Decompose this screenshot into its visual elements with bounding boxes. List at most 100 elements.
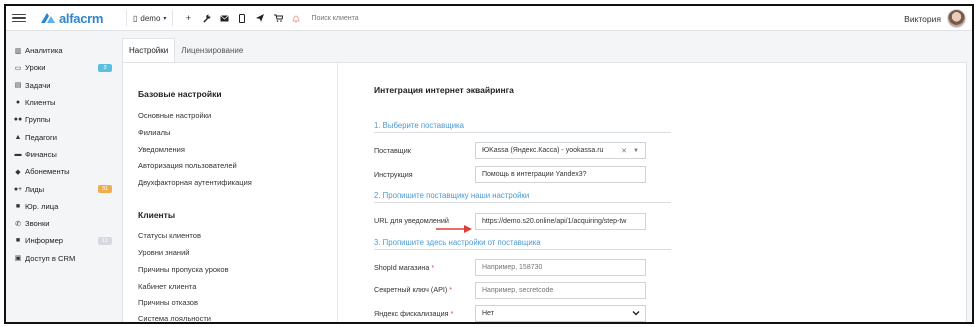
sidebar-item-label: Клиенты <box>25 98 56 108</box>
sidebar-item-label: Доступ в CRM <box>25 253 76 263</box>
menu-link-loyalty[interactable]: Система лояльности <box>138 314 211 322</box>
count-badge: 3 <box>98 63 112 72</box>
secret-key-label: Секретный ключ (API) * <box>374 285 453 294</box>
menu-icon[interactable] <box>12 13 26 23</box>
provider-select[interactable]: ЮKassa (Яндекс.Касса) - yookassa.ru ✕ ▼ <box>475 142 646 159</box>
plus-icon[interactable]: + <box>179 8 197 28</box>
building-icon: ■ <box>15 202 21 210</box>
branch-icon: ▯ <box>133 13 138 23</box>
acquiring-form: Интеграция интернет эквайринга 1. Выбери… <box>339 63 968 322</box>
graduation-icon: ▲ <box>14 133 22 141</box>
sidebar-item[interactable]: ●● Группы <box>6 111 114 128</box>
client-search-input[interactable] <box>311 14 432 22</box>
menu-link-absence-reasons[interactable]: Причины пропуска уроков <box>138 265 229 274</box>
menu-link-notifications[interactable]: Уведомления <box>138 145 185 154</box>
calendar-icon: ▭ <box>14 64 22 72</box>
instruction-label: Инструкция <box>374 170 413 179</box>
required-mark: * <box>431 263 435 272</box>
menu-link-client-cabinet[interactable]: Кабинет клиента <box>138 282 196 291</box>
chart-icon: ▥ <box>14 47 22 55</box>
required-mark: * <box>450 309 454 318</box>
sidebar: ▥ Аналитика ▭ Уроки 3 ▤ Задачи ● Клиенты ●● Группы… <box>6 31 114 322</box>
red-arrow-annotation <box>436 225 472 233</box>
phone-icon[interactable] <box>233 8 251 28</box>
menu-link-knowledge-levels[interactable]: Уровни знаний <box>138 248 189 257</box>
instruction-field[interactable]: Помощь в интеграции Yandex3? <box>475 166 646 183</box>
sidebar-item-label: Задачи <box>25 80 51 90</box>
sidebar-item[interactable]: ✆ Звонки <box>6 215 114 232</box>
sidebar-item[interactable]: ▣ Доступ в CRM <box>6 250 114 267</box>
add-user-icon: ●+ <box>13 185 23 193</box>
menu-link-basic-settings[interactable]: Основные настройки <box>138 111 211 120</box>
sidebar-item-label: Педагоги <box>25 132 58 142</box>
tasks-icon: ▤ <box>14 82 22 90</box>
sidebar-item[interactable]: ▤ Задачи <box>6 77 114 94</box>
provider-value: ЮKassa (Яндекс.Касса) - yookassa.ru <box>482 147 604 154</box>
wrench-icon[interactable] <box>197 8 215 28</box>
money-icon: ▬ <box>14 150 22 158</box>
logo[interactable]: alfacrm <box>40 11 120 26</box>
menu-link-branches[interactable]: Филиалы <box>138 128 170 137</box>
sidebar-item[interactable]: ▬ Финансы <box>6 146 114 163</box>
form-title: Интеграция интернет эквайринга <box>374 85 514 95</box>
section-provider-settings: 3. Пропишите здесь настройки от поставщи… <box>374 238 671 250</box>
tag-icon: ◆ <box>15 168 21 176</box>
menu-heading-base: Базовые настройки <box>138 89 222 99</box>
cart-icon[interactable] <box>269 8 287 28</box>
sidebar-item[interactable]: ◆ Абонементы <box>6 163 114 180</box>
branch-select[interactable]: ▯ demo ▾ <box>133 14 166 23</box>
sidebar-item[interactable]: ▲ Педагоги <box>6 128 114 145</box>
menu-heading-clients: Клиенты <box>138 210 176 220</box>
settings-tabs: Настройки Лицензирование <box>122 38 249 62</box>
menu-link-client-statuses[interactable]: Статусы клиентов <box>138 231 201 240</box>
logo-text: alfacrm <box>59 10 104 26</box>
menu-link-user-auth[interactable]: Авторизация пользователей <box>138 161 237 170</box>
sidebar-item-label: Аналитика <box>25 46 63 56</box>
app-window: alfacrm ▯ demo ▾ + Виктория <box>4 4 974 324</box>
section-choose-provider: 1. Выберите поставщика <box>374 121 671 133</box>
sidebar-item[interactable]: ●+ Лиды 31 <box>6 180 114 197</box>
menu-link-2fa[interactable]: Двухфакторная аутентификация <box>138 178 252 187</box>
sidebar-item-label: Юр. лица <box>25 201 59 211</box>
sidebar-item-label: Абонементы <box>25 167 70 177</box>
tab-settings[interactable]: Настройки <box>122 38 176 62</box>
branch-label: demo <box>140 13 161 23</box>
sidebar-item-label: Лиды <box>25 184 45 194</box>
send-icon[interactable] <box>251 8 269 28</box>
menu-link-refusal-reasons[interactable]: Причины отказов <box>138 298 198 307</box>
sidebar-item[interactable]: ▥ Аналитика <box>6 42 114 59</box>
bell-icon[interactable] <box>287 8 305 28</box>
sidebar-item[interactable]: ▭ Уроки 3 <box>6 59 114 76</box>
user-menu[interactable]: Виктория <box>904 9 966 28</box>
sidebar-item[interactable]: ● Клиенты <box>6 94 114 111</box>
fiscalization-select[interactable]: Нет <box>475 305 646 322</box>
chevron-down-icon: ▾ <box>163 15 167 22</box>
tab-licensing[interactable]: Лицензирование <box>175 38 249 62</box>
required-mark: * <box>449 285 453 294</box>
informer-icon: ■ <box>15 237 21 245</box>
phone-icon: ✆ <box>15 220 21 228</box>
shopid-input[interactable] <box>475 259 646 276</box>
settings-panel: Базовые настройки Основные настройки Фил… <box>122 62 968 322</box>
section-our-settings: 2. Пропишите поставщику наши настройки <box>374 191 671 203</box>
sidebar-item-label: Звонки <box>25 219 50 229</box>
lock-icon: ▣ <box>14 255 22 263</box>
count-badge: 11 <box>98 236 112 245</box>
sidebar-item-label: Группы <box>25 115 51 125</box>
fiscalization-label: Яндекс фискализация * <box>374 309 454 318</box>
sidebar-item-label: Финансы <box>25 149 57 159</box>
sidebar-item-label: Уроки <box>25 63 46 73</box>
mail-icon[interactable] <box>215 8 233 28</box>
sidebar-item[interactable]: ■ Информер 11 <box>6 232 114 249</box>
user-name: Виктория <box>904 13 941 24</box>
sidebar-item[interactable]: ■ Юр. лица <box>6 198 114 215</box>
alfacrm-logo-icon <box>41 13 55 23</box>
secret-key-input[interactable] <box>475 282 646 299</box>
settings-menu: Базовые настройки Основные настройки Фил… <box>123 63 338 322</box>
divider <box>172 10 174 26</box>
count-badge: 31 <box>98 185 112 194</box>
avatar[interactable] <box>947 9 966 28</box>
shopid-label: ShopId магазина * <box>374 263 435 272</box>
clear-icon[interactable]: ✕ <box>621 147 627 155</box>
caret-down-icon: ▼ <box>633 147 639 154</box>
